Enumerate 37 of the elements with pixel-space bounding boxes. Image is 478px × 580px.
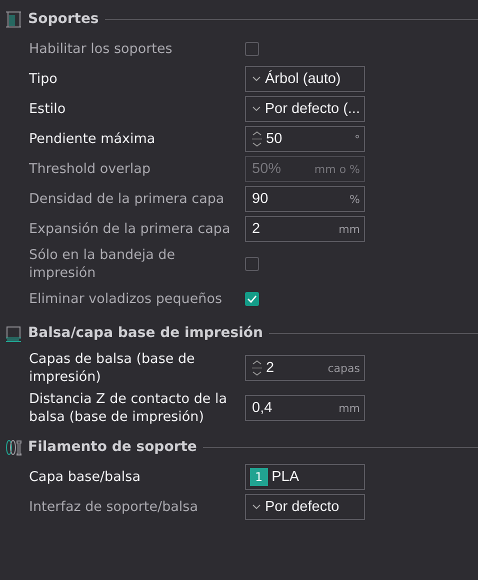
filament-select[interactable]: 1 PLA (245, 464, 365, 490)
setting-label: Habilitar los soportes (29, 40, 174, 58)
caret-icon (252, 106, 261, 112)
setting-label: Densidad de la primera capa (29, 190, 226, 208)
dropdown[interactable]: Por defecto (245, 494, 365, 520)
number-spinner[interactable]: 50 ° (245, 126, 365, 152)
setting-label: Eliminar voladizos pequeños (29, 290, 224, 308)
setting-label: Pendiente máxima (29, 130, 156, 148)
setting-label: Sólo en la bandeja de impresión (29, 246, 176, 282)
support-columns-icon (5, 10, 22, 28)
section-title: Soportes (28, 11, 99, 27)
setting-label: Capas de balsa (base de impresión) (29, 350, 196, 386)
filament-spool-icon (5, 438, 22, 456)
setting-label: Capa base/balsa (29, 468, 142, 486)
checkbox[interactable] (245, 257, 259, 271)
setting-label: Estilo (29, 100, 67, 118)
caret-icon (252, 504, 261, 510)
section-title: Filamento de soporte (28, 439, 197, 455)
checkbox[interactable] (245, 292, 259, 306)
dropdown[interactable]: Por defecto (... (245, 96, 365, 122)
stepper-icon[interactable] (252, 359, 262, 377)
section-title: Balsa/capa base de impresión (28, 325, 263, 341)
setting-label: Threshold overlap (29, 160, 152, 178)
number-field[interactable]: 2 mm (245, 216, 365, 242)
setting-label: Interfaz de soporte/balsa (29, 498, 199, 516)
caret-icon (252, 76, 261, 82)
setting-label: Tipo (29, 70, 58, 88)
number-spinner[interactable]: 2 capas (245, 355, 365, 381)
checkbox[interactable] (245, 42, 259, 56)
setting-label: Expansión de la primera capa (29, 220, 232, 238)
number-field[interactable]: 0,4 mm (245, 395, 365, 421)
number-field[interactable]: 90 % (245, 186, 365, 212)
setting-label: Distancia Z de contacto de la balsa (base de impresión) (29, 390, 228, 426)
stepper-icon[interactable] (252, 130, 262, 148)
dropdown[interactable]: Árbol (auto) (245, 66, 365, 92)
filament-badge: 1 (250, 468, 268, 486)
raft-icon (5, 324, 22, 342)
